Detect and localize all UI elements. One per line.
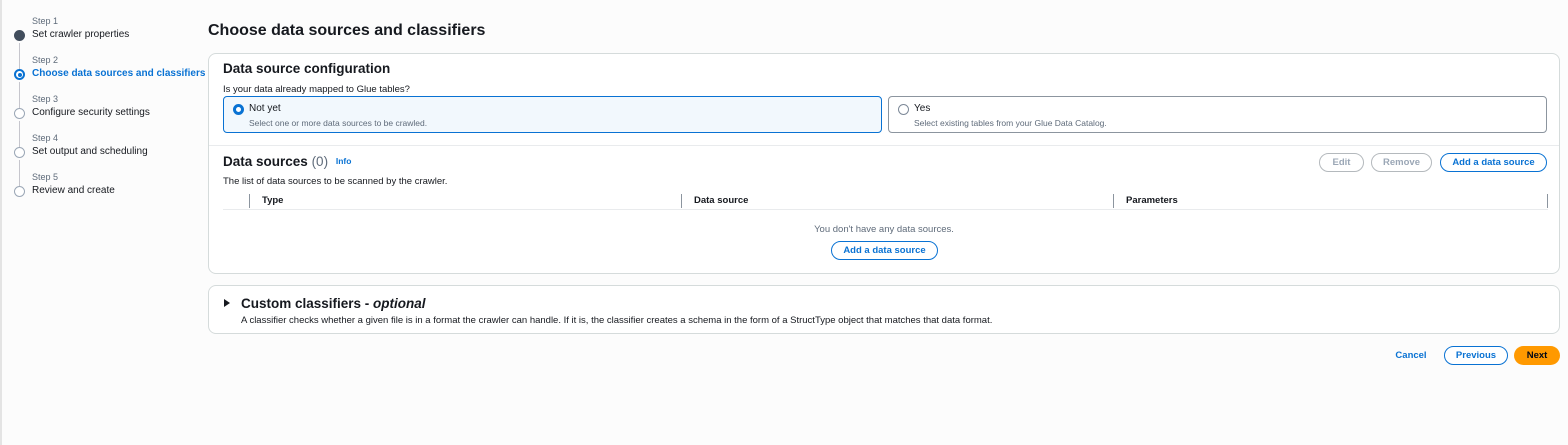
config-title: Data source configuration	[223, 61, 391, 76]
step-pending-dot-icon	[14, 147, 25, 158]
step-done-dot-icon	[14, 30, 25, 41]
info-link[interactable]: Info	[336, 156, 352, 166]
step-number: Step 3	[32, 94, 59, 104]
step-label: Configure security settings	[32, 107, 150, 118]
step-4: Step 4 Set output and scheduling	[12, 129, 202, 168]
next-button[interactable]: Next	[1514, 346, 1560, 365]
empty-state-text: You don't have any data sources.	[814, 224, 954, 235]
empty-add-data-source-button[interactable]: Add a data source	[831, 241, 938, 260]
radio-unselected-icon[interactable]	[898, 104, 909, 115]
step-label: Review and create	[32, 185, 115, 196]
step-number: Step 4	[32, 133, 59, 143]
page-title: Choose data sources and classifiers	[208, 22, 486, 39]
cancel-button[interactable]: Cancel	[1390, 346, 1432, 365]
classifiers-desc: A classifier checks whether a given file…	[241, 315, 993, 326]
left-edge-divider	[0, 0, 2, 445]
add-data-source-button[interactable]: Add a data source	[1440, 153, 1547, 172]
data-sources-desc: The list of data sources to be scanned b…	[223, 176, 448, 187]
option-desc: Select existing tables from your Glue Da…	[914, 118, 1107, 128]
step-label: Choose data sources and classifiers	[32, 68, 206, 79]
step-5: Step 5 Review and create	[12, 168, 202, 207]
caret-right-icon[interactable]	[224, 299, 230, 307]
step-1[interactable]: Step 1 Set crawler properties	[12, 12, 202, 51]
column-header-type[interactable]: Type	[249, 194, 283, 208]
data-sources-count: (0)	[311, 154, 329, 169]
step-number: Step 1	[32, 16, 59, 26]
step-pending-dot-icon	[14, 186, 25, 197]
classifiers-optional-text: optional	[373, 296, 426, 311]
edit-button[interactable]: Edit	[1319, 153, 1364, 172]
data-sources-header: Data sources (0) Info	[223, 154, 351, 169]
step-number: Step 5	[32, 172, 59, 182]
section-divider	[209, 145, 1559, 146]
column-header-data-source[interactable]: Data source	[681, 194, 748, 208]
remove-button[interactable]: Remove	[1371, 153, 1432, 172]
option-yes-tile[interactable]: Yes Select existing tables from your Glu…	[888, 96, 1547, 133]
option-title: Not yet	[249, 103, 281, 114]
option-title: Yes	[914, 103, 931, 114]
classifiers-title[interactable]: Custom classifiers - optional	[241, 296, 426, 311]
data-source-card: Data source configuration Is your data a…	[208, 53, 1560, 274]
step-current-dot-icon	[14, 69, 25, 80]
config-question: Is your data already mapped to Glue tabl…	[223, 84, 410, 95]
classifiers-title-text: Custom classifiers -	[241, 296, 374, 311]
previous-button[interactable]: Previous	[1444, 346, 1508, 365]
option-desc: Select one or more data sources to be cr…	[249, 118, 428, 128]
custom-classifiers-section[interactable]: Custom classifiers - optional A classifi…	[208, 285, 1560, 334]
data-sources-title: Data sources	[223, 154, 308, 169]
step-label: Set output and scheduling	[32, 146, 148, 157]
column-resize-handle[interactable]	[1547, 194, 1548, 208]
data-sources-table-header: Type Data source Parameters	[223, 192, 1548, 210]
step-3: Step 3 Configure security settings	[12, 90, 202, 129]
step-pending-dot-icon	[14, 108, 25, 119]
step-number: Step 2	[32, 55, 59, 65]
step-2[interactable]: Step 2 Choose data sources and classifie…	[12, 51, 206, 90]
option-not-yet-tile[interactable]: Not yet Select one or more data sources …	[223, 96, 882, 133]
radio-selected-icon[interactable]	[233, 104, 244, 115]
column-header-parameters[interactable]: Parameters	[1113, 194, 1178, 208]
wizard-steps-nav: Step 1 Set crawler properties Step 2 Cho…	[12, 12, 206, 207]
step-label: Set crawler properties	[32, 29, 130, 40]
